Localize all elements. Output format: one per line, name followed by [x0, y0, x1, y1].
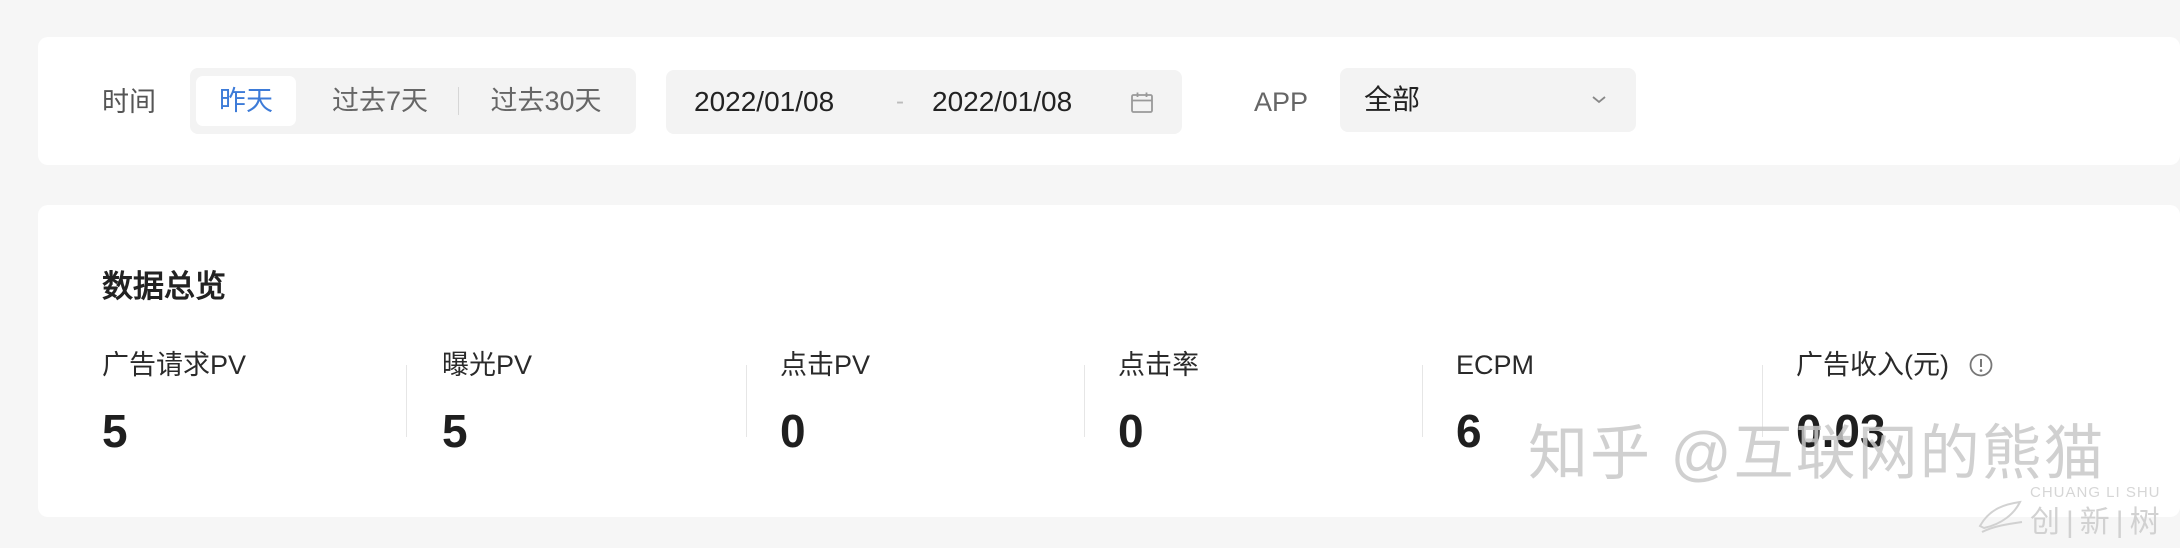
metric-value-ecpm: 6 [1456, 405, 1482, 457]
metric-value-ad-request-pv: 5 [102, 405, 128, 457]
metric-label-click-pv: 点击PV [780, 350, 871, 380]
calendar-icon[interactable] [1130, 91, 1154, 115]
metric-value-click-pv: 0 [780, 405, 806, 457]
end-date-field[interactable]: 2022/01/08 [932, 82, 1072, 122]
leaf-logo-icon [1978, 500, 2023, 533]
tab-last-30-days[interactable]: 过去30天 [464, 76, 628, 126]
metric-value-exposure-pv: 5 [442, 405, 468, 457]
metric-label-ad-request-pv: 广告请求PV [102, 350, 247, 380]
watermark-logo-pinyin: CHUANG LI SHU [2030, 484, 2161, 501]
date-range-picker[interactable]: 2022/01/08 - 2022/01/08 [666, 70, 1182, 134]
watermark-text: 知乎 @互联网的熊猫 [1528, 420, 2106, 487]
metric-divider [406, 365, 407, 437]
tab-last-7-days[interactable]: 过去7天 [306, 76, 454, 126]
segment-divider [458, 87, 459, 115]
date-range-separator: - [896, 88, 904, 115]
app-label: APP [1254, 87, 1309, 117]
watermark-logo-chinese: 创|新|树 [2030, 506, 2166, 539]
metric-label-exposure-pv: 曝光PV [442, 350, 533, 380]
metric-label-ad-revenue: 广告收入(元) [1796, 350, 1949, 380]
metric-value-ctr: 0 [1118, 405, 1144, 457]
info-icon[interactable] [1968, 352, 1994, 378]
metric-label-ctr: 点击率 [1118, 350, 1199, 380]
metric-label-ecpm: ECPM [1456, 350, 1535, 380]
tab-yesterday[interactable]: 昨天 [196, 76, 296, 126]
overview-title: 数据总览 [102, 269, 226, 304]
app-select-value: 全部 [1364, 84, 1421, 115]
start-date-field[interactable]: 2022/01/08 [694, 82, 834, 122]
metric-divider [1422, 365, 1423, 437]
time-range-segmented-control: 昨天 过去7天 过去30天 [190, 68, 636, 134]
metric-divider [746, 365, 747, 437]
app-select[interactable]: 全部 [1340, 68, 1636, 132]
time-label: 时间 [102, 87, 156, 117]
chevron-down-icon[interactable] [1590, 94, 1608, 106]
metric-divider [1084, 365, 1085, 437]
